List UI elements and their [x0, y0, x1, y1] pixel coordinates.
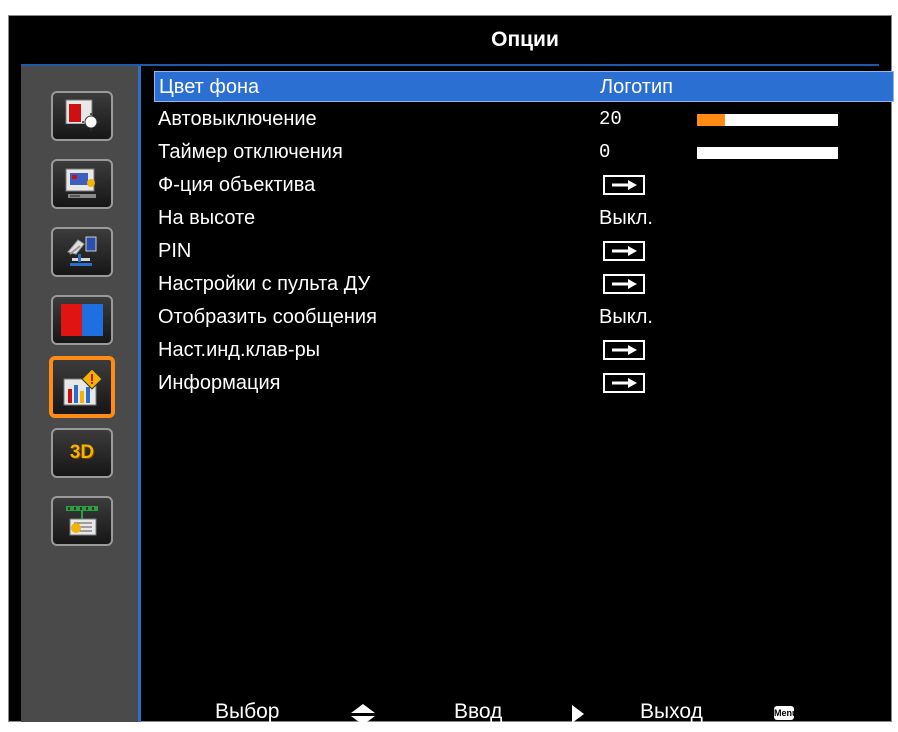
menu-item-remote-settings[interactable]: Настройки с пульта ДУ [154, 269, 894, 300]
menu-item-value: 0 [599, 141, 611, 163]
options-menu-window: Опции 3D Цвет фона Логотип Автовыключени… [8, 15, 894, 725]
arrow-right-icon [612, 279, 637, 289]
menu-item-value: Выкл. [599, 207, 653, 229]
sidebar: 3D [21, 66, 141, 722]
menu-item-label: Информация [158, 372, 281, 394]
3d-icon[interactable]: 3D [51, 428, 113, 478]
enter-submenu-button[interactable] [603, 241, 645, 261]
up-down-arrows-icon [351, 704, 375, 725]
slider-fill [697, 114, 726, 126]
menu-key-icon: Menu [774, 706, 798, 720]
menu-item-auto-power-off[interactable]: Автовыключение 20 [154, 104, 894, 135]
arrow-right-icon [612, 345, 637, 355]
remote-settings-icon[interactable] [51, 227, 113, 277]
enter-submenu-button[interactable] [603, 274, 645, 294]
network-icon[interactable] [51, 496, 113, 546]
options-info-icon[interactable] [49, 356, 115, 418]
menu-item-label: Наст.инд.клав-ры [158, 339, 321, 361]
exit-hint-label: Выход [640, 700, 703, 723]
menu-item-label: Автовыключение [158, 108, 317, 130]
select-hint-label: Выбор [215, 700, 280, 723]
arrow-right-icon [612, 378, 637, 388]
menu-item-lens-function[interactable]: Ф-ция объектива [154, 170, 894, 201]
menu-item-high-altitude[interactable]: На высоте Выкл. [154, 203, 894, 234]
enter-submenu-button[interactable] [603, 175, 645, 195]
menu-item-sleep-timer[interactable]: Таймер отключения 0 [154, 137, 894, 168]
arrow-right-icon [612, 180, 637, 190]
menu-item-label: Настройки с пульта ДУ [158, 273, 371, 295]
menu-item-display-messages[interactable]: Отобразить сообщения Выкл. [154, 302, 894, 333]
enter-submenu-button[interactable] [603, 373, 645, 393]
enter-hint-label: Ввод [454, 700, 503, 723]
menu-item-label: На высоте [158, 207, 256, 229]
menu-item-pin[interactable]: PIN [154, 236, 894, 267]
menu-item-label: Ф-ция объектива [158, 174, 316, 196]
menu-item-value: Выкл. [599, 306, 653, 328]
menu-item-value: Логотип [600, 76, 673, 98]
screen-settings-icon[interactable] [51, 159, 113, 209]
menu-item-label: Отобразить сообщения [158, 306, 377, 328]
right-arrow-icon [572, 705, 584, 723]
enter-submenu-button[interactable] [603, 340, 645, 360]
menu-item-background-color[interactable]: Цвет фона Логотип [154, 71, 894, 102]
display-settings-icon[interactable] [51, 91, 113, 141]
arrow-right-icon [612, 246, 637, 256]
key-hints-footer: Выбор Ввод Выход Menu [149, 692, 893, 732]
color-settings-icon[interactable] [51, 295, 113, 345]
menu-item-label: Цвет фона [159, 76, 260, 98]
menu-item-information[interactable]: Информация [154, 368, 894, 399]
sleep-timer-slider[interactable] [697, 147, 838, 159]
3d-icon-label: 3D [69, 442, 95, 463]
menu-item-value: 20 [599, 108, 622, 130]
window-title: Опции [9, 16, 891, 63]
auto-power-off-slider[interactable] [697, 114, 838, 126]
menu-item-label: PIN [158, 240, 192, 262]
menu-item-keypad-indicator[interactable]: Наст.инд.клав-ры [154, 335, 894, 366]
options-list: Цвет фона Логотип Автовыключение 20 Тайм… [149, 66, 894, 725]
menu-item-label: Таймер отключения [158, 141, 343, 163]
